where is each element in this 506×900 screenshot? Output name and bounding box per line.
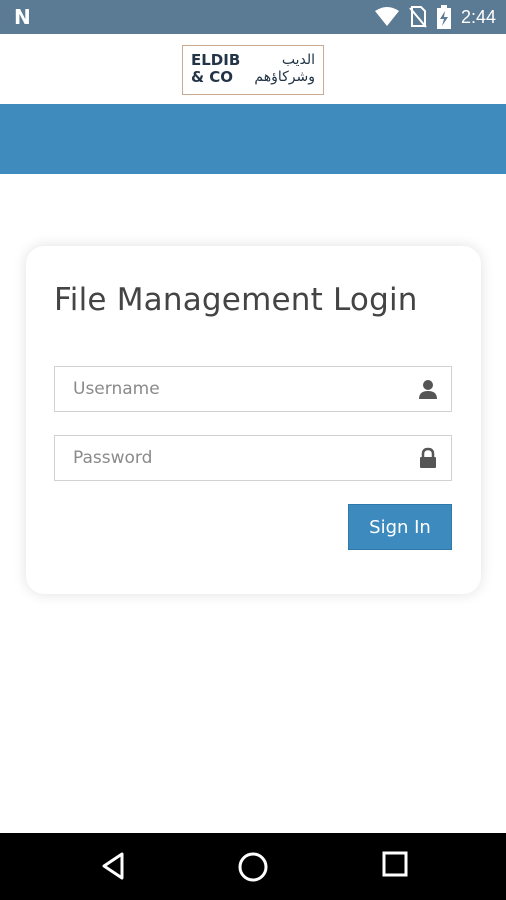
battery-charging-icon [436,5,451,29]
no-sim-icon [409,6,427,28]
header-band [0,104,506,174]
sign-in-button[interactable]: Sign In [348,504,452,550]
status-time: 2:44 [460,6,496,27]
home-icon[interactable] [237,851,269,883]
wifi-icon [374,7,399,26]
password-field[interactable] [54,435,452,481]
navigation-bar [0,833,506,900]
app-header: ELDIB & CO الديب وشركاؤهم [0,34,506,104]
user-icon [419,380,437,399]
status-bar: N 2:44 [0,0,506,34]
password-input[interactable] [55,436,428,480]
logo-english: ELDIB & CO [191,51,241,86]
n-notification-icon: N [14,5,31,29]
username-field[interactable] [54,366,452,412]
company-logo: ELDIB & CO الديب وشركاؤهم [182,45,324,95]
username-input[interactable] [55,367,428,411]
login-card: File Management Login Sign In [26,246,481,594]
logo-arabic: الديب وشركاؤهم [254,52,315,85]
status-icons: 2:44 [374,0,496,34]
recents-icon[interactable] [382,851,408,877]
back-icon[interactable] [100,851,128,881]
lock-icon [420,447,436,468]
page-title: File Management Login [54,282,418,318]
